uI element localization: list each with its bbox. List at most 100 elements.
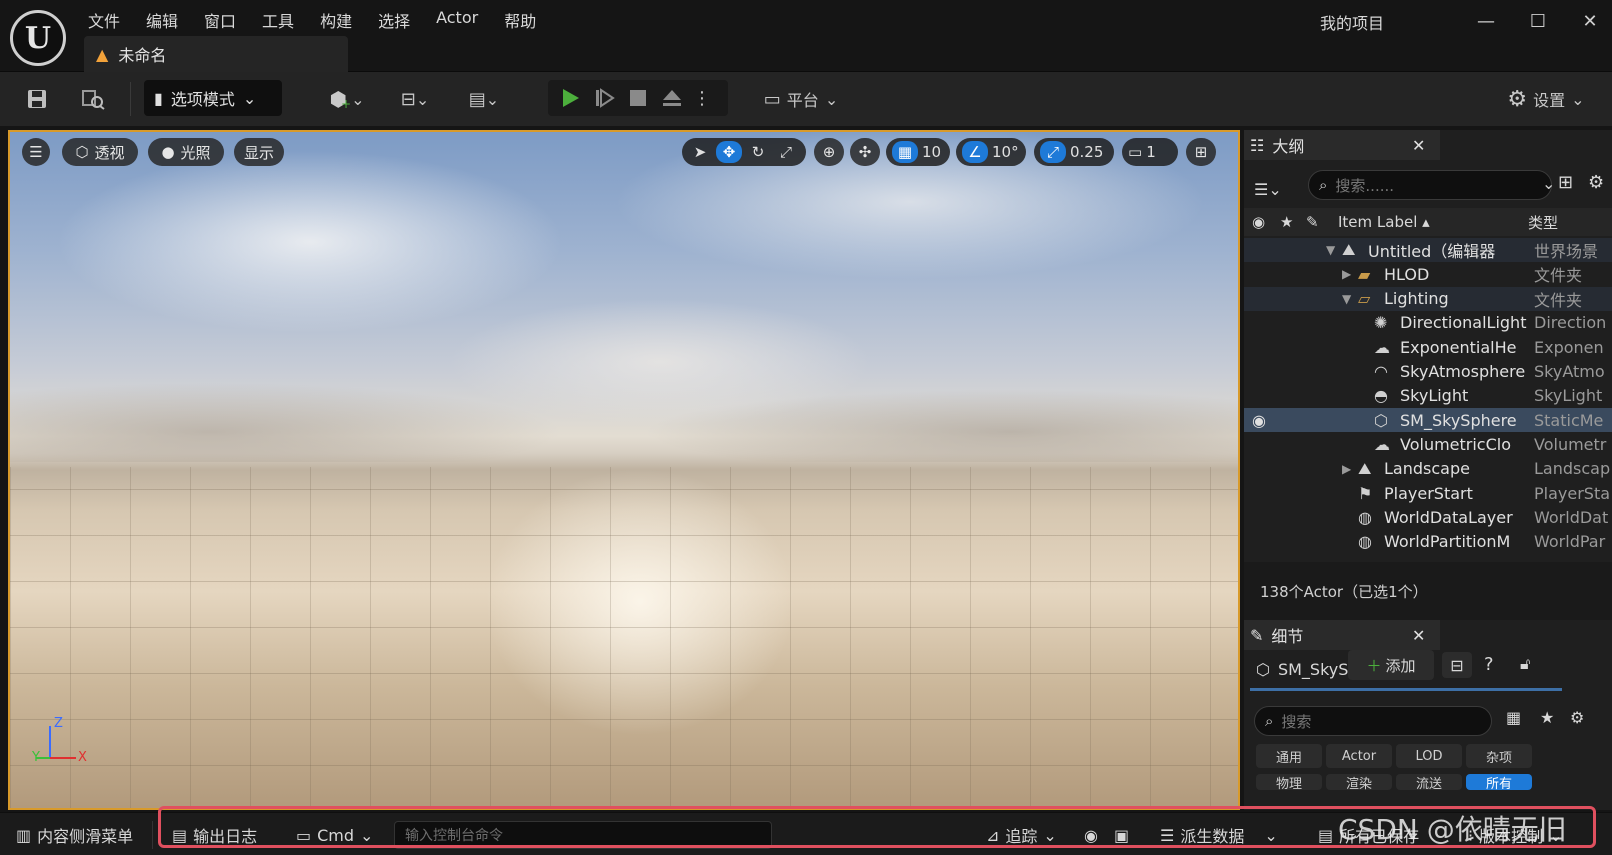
column-item-label[interactable]: Item Label ▴ [1338,213,1430,231]
outliner-row[interactable]: ◍ WorldPartitionM WorldPar [1244,530,1612,554]
outliner-row[interactable]: ✺ DirectionalLight Direction [1244,311,1612,335]
browse-icon[interactable] [76,80,110,118]
outliner-row[interactable]: ◍ WorldDataLayer WorldDat [1244,505,1612,529]
grid-snap-toggle[interactable]: ▦ 10 [886,138,950,166]
outliner-row[interactable]: ◠ SkyAtmosphere SkyAtmo [1244,360,1612,384]
menu-tools[interactable]: 工具 [262,6,310,34]
perspective-button[interactable]: ⬡ 透视 [62,138,138,166]
output-log-button[interactable]: ▤ 输出日志 [172,821,257,849]
unreal-logo[interactable]: U [10,10,66,66]
settings-dropdown[interactable]: ⚙ 设置 ⌄ [1490,80,1602,118]
menu-file[interactable]: 文件 [88,6,136,34]
level-viewport[interactable]: ☰ ⬡ 透视 ● 光照 显示 ➤ ✥ ↻ ⤢ ⊕ ✣ ▦ 10 ∠ 10° ⤢ 0.25 … [8,130,1240,810]
pin-icon[interactable]: ✎ [1306,213,1319,231]
add-actor-button[interactable]: ⬢ + ⌄ [322,80,372,118]
play-icon[interactable] [554,80,586,116]
filter-chip-actor[interactable]: Actor [1326,744,1392,768]
menu-build[interactable]: 构建 [320,6,368,34]
save-icon[interactable] [20,80,54,118]
maximize-button[interactable]: ☐ [1518,6,1558,36]
axis-x-label: X [78,750,87,765]
cmd-dropdown[interactable]: ▭ Cmd ⌄ [296,821,373,849]
menu-help[interactable]: 帮助 [504,6,552,34]
rotation-snap-toggle[interactable]: ∠ 10° [956,138,1026,166]
outliner-row[interactable]: ◓ SkyLight SkyLight [1244,384,1612,408]
scale-snap-toggle[interactable]: ⤢ 0.25 [1034,138,1114,166]
viewport-layout-icon[interactable]: ⊞ [1186,138,1216,166]
trace-dropdown[interactable]: ⊿ 追踪 ⌄ [986,821,1057,849]
outliner-row[interactable]: ☁ ExponentialHe Exponen [1244,335,1612,359]
details-tab[interactable]: ✎ 细节 ✕ [1244,620,1440,650]
eye-icon[interactable]: ◉ [1252,213,1265,231]
world-local-icon[interactable]: ⊕ [814,138,844,166]
outliner-row[interactable]: ▼ ⛰ Untitled（编辑器 世界场景 [1244,238,1612,262]
scale-icon[interactable]: ⤢ [774,143,798,161]
table-view-icon[interactable]: ▦ [1506,708,1521,727]
menu-select[interactable]: 选择 [378,6,426,34]
minimize-button[interactable]: — [1466,6,1506,36]
stop-icon[interactable] [622,80,654,116]
level-tab[interactable]: ▲ 未命名 [84,36,348,72]
details-search-input[interactable]: ⌕ 搜索 [1254,706,1492,736]
close-window-button[interactable]: ✕ [1570,6,1610,36]
lock-icon[interactable]: 🔓︎ [1520,654,1530,674]
expand-down-icon[interactable]: ▼ [1326,243,1335,257]
filter-chip-rendering[interactable]: 渲染 [1326,774,1392,790]
filter-chip-all[interactable]: 所有 [1466,774,1532,790]
derived-data-dropdown[interactable]: ☰ 派生数据 ⌄ [1160,821,1278,849]
filter-chip-lod[interactable]: LOD [1396,744,1462,768]
show-button[interactable]: 显示 [234,138,284,166]
star-icon[interactable]: ★ [1280,213,1293,231]
close-icon[interactable]: ✕ [1412,136,1425,155]
gear-icon[interactable]: ⚙ [1588,172,1604,193]
viewport-menu-icon[interactable]: ☰ [22,138,50,166]
outliner-row[interactable]: ▶ ⛰ Landscape Landscap [1244,457,1612,481]
eject-icon[interactable] [656,80,688,116]
select-mode-dropdown[interactable]: ▮ 选项模式 ⌄ [144,80,282,116]
outliner-search-input[interactable]: ⌕ 搜索...... [1308,170,1552,200]
platform-dropdown[interactable]: ▭ 平台 ⌄ [756,80,846,118]
eye-icon[interactable]: ◉ [1252,411,1266,430]
expand-right-icon[interactable]: ▶ [1342,267,1351,281]
more-options-icon[interactable]: ⋮ [692,80,712,116]
column-type[interactable]: 类型 [1528,212,1558,233]
select-mode-label: 选项模式 [170,90,235,109]
step-icon[interactable] [588,80,620,116]
outliner-row[interactable]: ☁ VolumetricClo Volumetr [1244,432,1612,456]
menu-actor[interactable]: Actor [436,6,494,34]
outliner-row[interactable]: ▶ ▰ HLOD 文件夹 [1244,262,1612,286]
trace-record-icon[interactable]: ◉ [1084,821,1098,849]
outliner-row[interactable]: ◉ ⬡ SM_SkySphere StaticMe [1244,408,1612,433]
filter-chip-misc[interactable]: 杂项 [1466,744,1532,768]
filter-icon[interactable]: ☰⌄ [1254,174,1290,204]
gear-icon[interactable]: ⚙ [1570,708,1584,727]
move-icon[interactable]: ✥ [716,141,742,163]
content-drawer-button[interactable]: ▥ 内容侧滑菜单 [16,821,133,849]
blueprint-button[interactable]: ⊟ ⌄ [390,80,440,118]
select-arrow-icon[interactable]: ➤ [688,143,712,161]
expand-down-icon[interactable]: ▼ [1342,292,1351,306]
add-folder-icon[interactable]: ⊞ [1558,172,1573,193]
surface-snap-icon[interactable]: ✣ [850,138,880,166]
chevron-down-icon[interactable]: ⌄ [1542,174,1555,193]
menu-edit[interactable]: 编辑 [146,6,194,34]
cinematics-button[interactable]: ▤ ⌄ [458,80,510,118]
help-icon[interactable]: ? [1484,654,1494,675]
screenshot-icon[interactable]: ▣ [1114,821,1129,849]
lighting-button[interactable]: ● 光照 [148,138,224,166]
outliner-row[interactable]: ⚑ PlayerStart PlayerSta [1244,481,1612,505]
hierarchy-icon[interactable]: ⊟ [1442,652,1472,678]
console-command-input[interactable]: 输入控制台命令 [394,821,772,849]
menu-window[interactable]: 窗口 [204,6,252,34]
filter-chip-general[interactable]: 通用 [1256,744,1322,768]
add-component-button[interactable]: ＋添加 [1348,650,1434,680]
filter-chip-physics[interactable]: 物理 [1256,774,1322,790]
close-icon[interactable]: ✕ [1412,626,1425,645]
filter-chip-streaming[interactable]: 流送 [1396,774,1462,790]
star-icon[interactable]: ★ [1540,708,1554,727]
rotate-icon[interactable]: ↻ [746,143,770,161]
outliner-row[interactable]: ▼ ▱ Lighting 文件夹 [1244,286,1612,311]
outliner-tab[interactable]: ☷ 大纲 ✕ [1244,130,1440,160]
expand-right-icon[interactable]: ▶ [1342,462,1351,476]
camera-speed-button[interactable]: ▭ 1 [1122,138,1178,166]
